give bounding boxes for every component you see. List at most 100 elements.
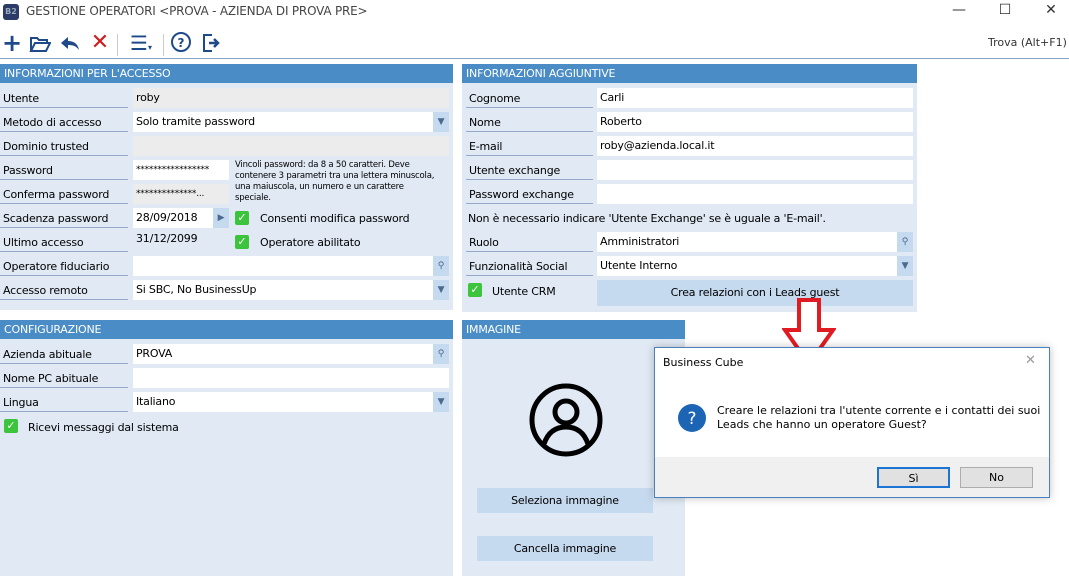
label-scadenza: Scadenza password	[0, 208, 128, 228]
nome-pc-field[interactable]	[133, 368, 449, 388]
lingua-select[interactable]: Italiano ▼	[133, 392, 449, 412]
azienda-field[interactable]: PROVA ⚲	[133, 344, 449, 364]
lingua-value: Italiano	[136, 395, 176, 408]
svg-text:?: ?	[687, 409, 696, 429]
extra-panel: INFORMAZIONI AGGIUNTIVE Cognome Carli No…	[462, 64, 917, 312]
label-conferma: Conferma password	[0, 184, 128, 204]
ruolo-field[interactable]: Amministratori ⚲	[597, 232, 913, 252]
dominio-field	[133, 136, 449, 156]
label-nome: Nome	[466, 112, 593, 132]
consenti-checkbox[interactable]: ✓	[235, 211, 249, 225]
crea-relazioni-button[interactable]: Crea relazioni con i Leads guest	[597, 280, 913, 306]
panel-header: CONFIGURAZIONE	[0, 320, 453, 339]
password-field[interactable]: *****************	[133, 160, 229, 180]
utente-exchange-field[interactable]	[597, 160, 913, 180]
label-lingua: Lingua	[0, 392, 128, 412]
crm-checkbox[interactable]: ✓	[468, 283, 482, 297]
chevron-down-icon[interactable]: ▼	[897, 256, 913, 276]
config-panel: CONFIGURAZIONE Azienda abituale PROVA ⚲ N…	[0, 320, 453, 576]
messaggi-checkbox[interactable]: ✓	[4, 419, 18, 433]
cancella-immagine-button[interactable]: Cancella immagine	[477, 536, 653, 561]
label-utente: Utente	[0, 88, 128, 108]
toolbar-separator	[117, 34, 118, 56]
chevron-down-icon[interactable]: ▼	[433, 392, 449, 412]
search-icon[interactable]: ⚲	[433, 256, 449, 276]
dialog-message: Creare le relazioni tra l'utente corrent…	[717, 404, 1040, 432]
toolbar-divider	[0, 58, 1069, 59]
email-field[interactable]: roby@azienda.local.it	[597, 136, 913, 156]
fiduciario-field[interactable]: ⚲	[133, 256, 449, 276]
menu-icon[interactable]: ☰▾	[124, 32, 158, 56]
label-ruolo: Ruolo	[466, 232, 593, 252]
folder-open-icon[interactable]	[28, 32, 52, 56]
chevron-right-icon[interactable]: ▶	[213, 208, 229, 228]
dialog-button-bar: Sì No	[655, 457, 1049, 497]
dialog-close-icon[interactable]: ✕	[1025, 353, 1036, 368]
utente-field: roby	[133, 88, 449, 108]
azienda-value: PROVA	[136, 347, 173, 360]
cognome-field[interactable]: Carli	[597, 88, 913, 108]
delete-icon[interactable]: ✕	[88, 32, 112, 56]
conferma-password-field[interactable]: **************...	[133, 184, 229, 204]
image-panel: IMMAGINE Seleziona immagine Cancella imm…	[462, 320, 685, 576]
consenti-label: Consenti modifica password	[260, 212, 410, 225]
dialog-title: Business Cube	[663, 356, 744, 369]
ruolo-value: Amministratori	[600, 235, 680, 248]
maximize-button[interactable]: ☐	[990, 2, 1020, 22]
nome-field[interactable]: Roberto	[597, 112, 913, 132]
label-cognome: Cognome	[466, 88, 593, 108]
ultimo-accesso-value: 31/12/2099	[136, 232, 198, 245]
metodo-value: Solo tramite password	[136, 115, 255, 128]
label-pc: Nome PC abituale	[0, 368, 128, 388]
message-line: Leads che hanno un operatore Guest?	[717, 418, 927, 431]
close-button[interactable]: ✕	[1036, 2, 1066, 22]
search-icon[interactable]: ⚲	[433, 344, 449, 364]
label-metodo: Metodo di accesso	[0, 112, 128, 132]
label-azienda: Azienda abituale	[0, 344, 128, 364]
label-dominio: Dominio trusted	[0, 136, 128, 156]
access-panel: INFORMAZIONI PER L'ACCESSO Utente roby M…	[0, 64, 453, 310]
panel-header: IMMAGINE	[462, 320, 685, 339]
password-rules: Vincoli password: da 8 a 50 caratteri. D…	[235, 160, 435, 203]
panel-header: INFORMAZIONI PER L'ACCESSO	[0, 64, 453, 83]
no-button[interactable]: No	[960, 467, 1033, 488]
label-fiduciario: Operatore fiduciario	[0, 256, 128, 276]
scadenza-field[interactable]: 28/09/2018 ▶	[133, 208, 229, 228]
question-icon: ?	[678, 404, 706, 432]
search-icon[interactable]: ⚲	[897, 232, 913, 252]
toolbar-separator	[163, 34, 164, 56]
chevron-down-icon[interactable]: ▼	[433, 112, 449, 132]
remoto-value: Si SBC, No BusinessUp	[136, 283, 257, 296]
chevron-down-icon[interactable]: ▼	[433, 280, 449, 300]
seleziona-immagine-button[interactable]: Seleziona immagine	[477, 488, 653, 513]
label-expass: Password exchange	[466, 184, 593, 204]
abilitato-checkbox[interactable]: ✓	[235, 235, 249, 249]
exchange-note: Non è necessario indicare 'Utente Exchan…	[468, 212, 826, 225]
search-shortcut[interactable]: Trova (Alt+F1)	[988, 36, 1067, 49]
messaggi-label: Ricevi messaggi dal sistema	[28, 421, 179, 434]
scadenza-value: 28/09/2018	[136, 211, 198, 224]
label-exuser: Utente exchange	[466, 160, 593, 180]
plus-icon[interactable]: +	[0, 31, 24, 56]
exit-icon[interactable]	[199, 32, 223, 56]
minimize-button[interactable]: —	[944, 2, 974, 22]
panel-header: INFORMAZIONI AGGIUNTIVE	[462, 64, 917, 83]
yes-button[interactable]: Sì	[877, 467, 950, 488]
label-email: E-mail	[466, 136, 593, 156]
password-exchange-field[interactable]	[597, 184, 913, 204]
undo-icon[interactable]	[58, 32, 82, 56]
help-icon[interactable]: ?	[169, 32, 193, 56]
abilitato-label: Operatore abilitato	[260, 236, 361, 249]
user-avatar-icon	[529, 383, 603, 457]
social-select[interactable]: Utente Interno ▼	[597, 256, 913, 276]
label-social: Funzionalità Social	[466, 256, 593, 276]
svg-text:?: ?	[178, 36, 185, 50]
crm-label: Utente CRM	[492, 285, 556, 298]
label-remoto: Accesso remoto	[0, 280, 128, 300]
label-ultimo: Ultimo accesso	[0, 232, 128, 252]
metodo-accesso-select[interactable]: Solo tramite password ▼	[133, 112, 449, 132]
accesso-remoto-select[interactable]: Si SBC, No BusinessUp ▼	[133, 280, 449, 300]
confirm-dialog: Business Cube ✕ ? Creare le relazioni tr…	[654, 347, 1050, 498]
message-line: Creare le relazioni tra l'utente corrent…	[717, 404, 1041, 417]
social-value: Utente Interno	[600, 259, 678, 272]
